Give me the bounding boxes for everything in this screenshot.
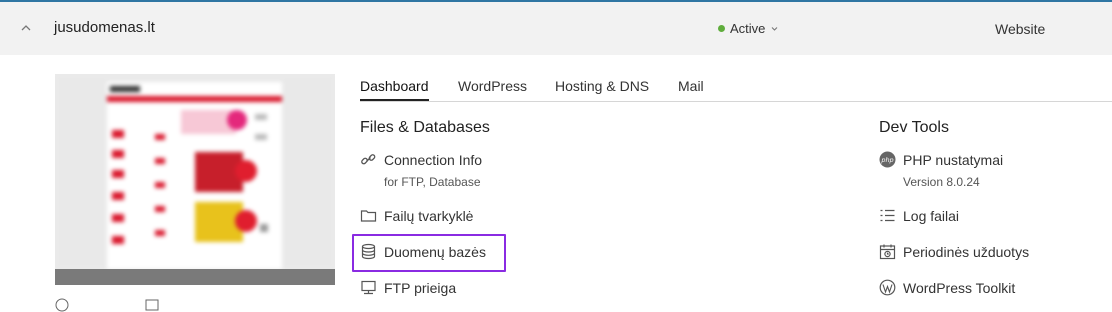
ftp-access-link[interactable]: FTP prieiga <box>360 279 456 296</box>
databases-highlight-box <box>352 234 506 272</box>
log-files-label: Log failai <box>903 207 960 224</box>
php-icon: php <box>879 151 896 168</box>
php-version: Version 8.0.24 <box>903 175 980 189</box>
php-settings-link[interactable]: php PHP nustatymai <box>879 151 1003 168</box>
file-manager-link[interactable]: Failų tvarkyklė <box>360 207 473 224</box>
scheduled-tasks-link[interactable]: Periodinės užduotys <box>879 243 1029 260</box>
chevron-down-icon <box>770 21 779 36</box>
connection-info-link[interactable]: Connection Info <box>360 151 482 168</box>
status-dot <box>718 25 725 32</box>
connection-info-subtitle: for FTP, Database <box>384 175 481 189</box>
site-header-bar: jusudomenas.lt Active Website <box>0 0 1112 55</box>
wordpress-toolkit-label: WordPress Toolkit <box>903 279 1016 296</box>
scheduled-tasks-label: Periodinės užduotys <box>903 243 1030 260</box>
svg-text:php: php <box>880 156 893 164</box>
monitor-icon <box>360 279 377 296</box>
ftp-access-label: FTP prieiga <box>384 279 457 296</box>
files-databases-title: Files & Databases <box>360 119 490 136</box>
log-files-link[interactable]: Log failai <box>879 207 959 224</box>
list-icon <box>879 207 896 224</box>
tab-dashboard[interactable]: Dashboard <box>360 78 429 101</box>
folder-icon <box>360 207 377 224</box>
php-settings-label: PHP nustatymai <box>903 151 1004 168</box>
tab-wordpress[interactable]: WordPress <box>458 78 527 101</box>
website-preview-thumbnail[interactable] <box>55 74 335 285</box>
domain-name[interactable]: jusudomenas.lt <box>54 19 155 36</box>
preview-link-right[interactable] <box>145 298 159 312</box>
wordpress-icon <box>879 279 896 296</box>
preview-footer-bar <box>55 269 335 285</box>
calendar-icon <box>879 243 896 260</box>
link-icon <box>360 151 377 168</box>
connection-info-label: Connection Info <box>384 151 483 168</box>
wordpress-toolkit-link[interactable]: WordPress Toolkit <box>879 279 1015 296</box>
file-manager-label: Failų tvarkyklė <box>384 207 474 224</box>
tab-mail[interactable]: Mail <box>678 78 704 101</box>
website-label[interactable]: Website <box>995 21 1045 37</box>
tab-bar: Dashboard WordPress Hosting & DNS Mail <box>360 78 1112 102</box>
tab-hosting-dns[interactable]: Hosting & DNS <box>555 78 649 101</box>
chevron-up-icon[interactable] <box>17 19 35 37</box>
dev-tools-title: Dev Tools <box>879 119 949 136</box>
status-dropdown[interactable]: Active <box>718 21 779 36</box>
status-label: Active <box>730 21 766 36</box>
preview-link-left[interactable] <box>55 298 69 312</box>
